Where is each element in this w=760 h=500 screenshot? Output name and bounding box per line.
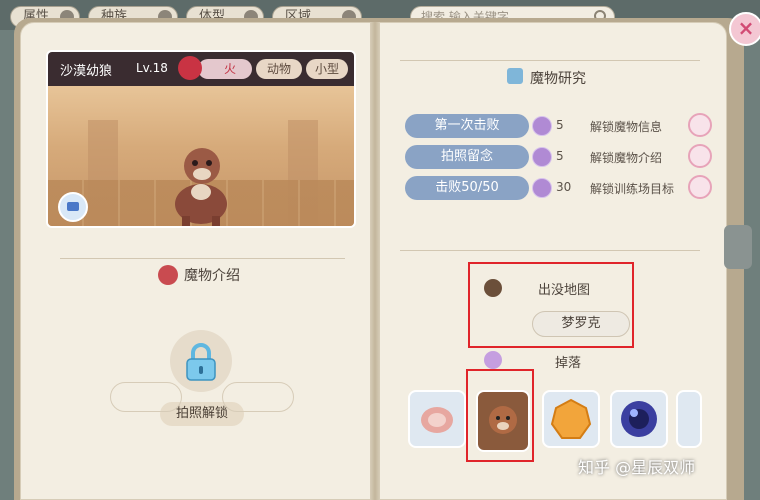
gem-count: 30 bbox=[556, 180, 572, 194]
portrait-scene bbox=[48, 80, 354, 226]
completed-stamp-icon bbox=[688, 144, 712, 168]
completed-stamp-icon bbox=[688, 175, 712, 199]
reward-text: 解锁魔物介绍 bbox=[590, 151, 663, 165]
drop-item-orange-gem[interactable] bbox=[542, 390, 600, 448]
map-location-button[interactable]: 梦罗克 bbox=[532, 311, 630, 337]
lock-icon bbox=[186, 343, 216, 381]
camera-button[interactable] bbox=[58, 192, 88, 222]
intro-icon bbox=[158, 265, 178, 285]
research-icon bbox=[507, 68, 523, 84]
orange-gem-icon bbox=[550, 398, 592, 439]
watermark: 知乎 @星辰双师 bbox=[578, 458, 696, 477]
map-title: 出没地图 bbox=[538, 283, 591, 298]
portrait-header: 沙漠幼狼 Lv.18 火 动物 小型 bbox=[48, 52, 354, 86]
drop-title: 掉落 bbox=[555, 356, 582, 371]
type-tag: 动物 bbox=[256, 59, 302, 79]
meat-icon bbox=[421, 407, 453, 433]
drop-icon bbox=[484, 351, 502, 369]
drop-item-meat[interactable] bbox=[408, 390, 466, 448]
map-icon bbox=[484, 279, 502, 297]
purple-gem-icon bbox=[532, 147, 552, 167]
research-task-button[interactable]: 拍照留念 bbox=[405, 145, 529, 169]
drop-item-partial[interactable] bbox=[676, 390, 702, 448]
reward-text: 解锁魔物信息 bbox=[590, 120, 663, 134]
gem-count: 5 bbox=[556, 149, 564, 163]
drop-highlight-box bbox=[466, 369, 534, 462]
research-task-button[interactable]: 第一次击败 bbox=[405, 114, 529, 138]
drop-item-dark-orb[interactable] bbox=[610, 390, 668, 448]
completed-stamp-icon bbox=[688, 113, 712, 137]
purple-gem-icon bbox=[532, 178, 552, 198]
fire-element-icon bbox=[178, 56, 202, 80]
close-button[interactable]: × bbox=[729, 12, 760, 46]
element-tag: 火 bbox=[198, 59, 252, 79]
monster-portrait: 沙漠幼狼 Lv.18 火 动物 小型 bbox=[46, 50, 356, 228]
divider bbox=[400, 250, 700, 251]
divider bbox=[400, 60, 700, 61]
gem-count: 5 bbox=[556, 118, 564, 132]
research-title: 魔物研究 bbox=[530, 71, 586, 87]
purple-gem-icon bbox=[532, 116, 552, 136]
ornament bbox=[110, 382, 182, 412]
research-task-button[interactable]: 击败50/50 bbox=[405, 176, 529, 200]
reward-text: 解锁训练场目标 bbox=[590, 182, 675, 196]
next-page-tab[interactable] bbox=[724, 225, 752, 269]
dark-orb-icon bbox=[621, 401, 657, 437]
wolf-sprite bbox=[175, 148, 227, 226]
intro-title: 魔物介绍 bbox=[184, 268, 240, 284]
monster-level: Lv.18 bbox=[136, 61, 168, 75]
divider bbox=[60, 258, 345, 259]
ornament bbox=[222, 382, 294, 412]
size-tag: 小型 bbox=[306, 59, 348, 79]
monster-name: 沙漠幼狼 bbox=[60, 64, 113, 79]
book-spine bbox=[370, 22, 380, 500]
element-label: 火 bbox=[223, 62, 236, 76]
